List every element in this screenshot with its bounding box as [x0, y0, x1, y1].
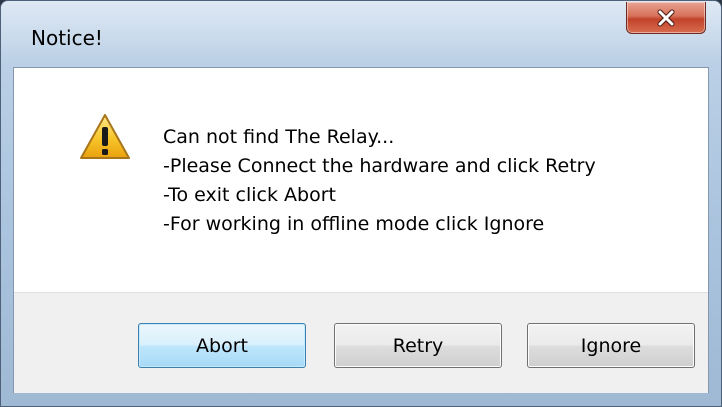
- button-bar: Abort Retry Ignore: [14, 292, 708, 393]
- abort-button[interactable]: Abort: [138, 323, 306, 368]
- message-line: -Please Connect the hardware and click R…: [163, 155, 596, 177]
- title-bar[interactable]: Notice!: [1, 1, 721, 67]
- window-title: Notice!: [31, 26, 103, 50]
- message-line: -For working in offline mode click Ignor…: [163, 213, 545, 235]
- retry-button[interactable]: Retry: [334, 323, 502, 368]
- message-line: -To exit click Abort: [163, 184, 336, 206]
- dialog-window: Notice! Can not find The Relay... -Pleas…: [0, 0, 722, 407]
- dialog-body: Can not find The Relay... -Please Connec…: [13, 67, 709, 393]
- window-frame-bottom: [1, 393, 721, 406]
- warning-icon: [80, 114, 130, 159]
- close-button[interactable]: [626, 2, 706, 34]
- message-text: Can not find The Relay... -Please Connec…: [163, 123, 596, 239]
- message-line: Can not find The Relay...: [163, 126, 395, 148]
- ignore-button[interactable]: Ignore: [527, 323, 695, 368]
- close-icon: [657, 9, 675, 26]
